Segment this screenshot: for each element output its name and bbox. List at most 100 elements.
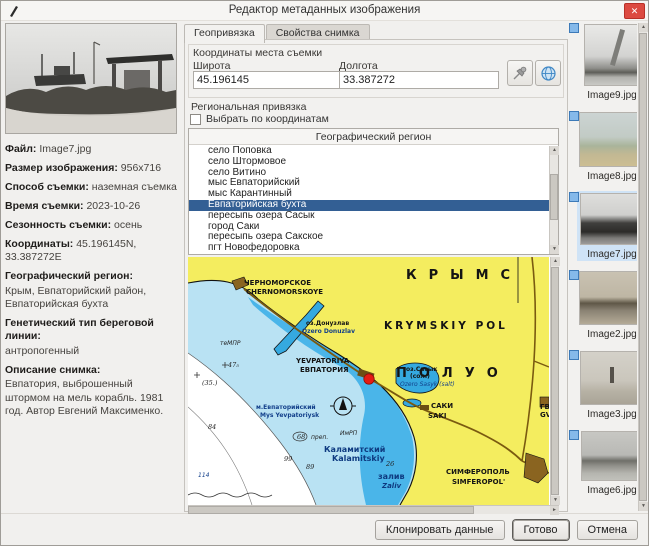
done-button[interactable]: Готово — [513, 520, 569, 540]
thumbnail-label: Image9.jpg — [579, 90, 637, 101]
map-label: (35.) — [202, 379, 218, 387]
map-horizontal-scroll-thumb[interactable] — [188, 506, 474, 514]
pick-location-button[interactable] — [507, 60, 533, 86]
thumbnail-panel: Image9.jpg Image8.jpg Image7.jpg Image2.jpg… — [567, 21, 648, 513]
map-image[interactable]: ЧЕРНОМОРСКОЕCHERNOMORSKOYEКРЫМСKRYMSKIY … — [188, 257, 549, 505]
scroll-down-icon[interactable]: ▼ — [551, 496, 560, 505]
thumbnail-item[interactable]: Image9.jpg — [577, 22, 637, 102]
map-label: ГВ — [540, 403, 549, 411]
select-by-coordinates-row[interactable]: Выбрать по координатам — [190, 113, 329, 125]
map-label: преп. — [311, 434, 328, 441]
thumbnail-scrollbar[interactable]: ▲ ▼ — [638, 23, 647, 511]
dialog-window: Редактор метаданных изображения ✕ — [0, 0, 649, 546]
thumbnail-image[interactable] — [580, 193, 637, 245]
map-label: GV — [540, 411, 549, 419]
scroll-up-icon[interactable]: ▲ — [639, 23, 648, 32]
map-label: 114 — [198, 472, 210, 479]
map-label: ЧЕРНОМОРСКОЕ — [244, 279, 311, 287]
metadata-field: Генетический тип береговой линии:антропо… — [5, 317, 180, 358]
map-label: 84 — [208, 423, 216, 431]
tab-georeferencing[interactable]: Геопривязка — [184, 24, 265, 43]
map-label: ЕВПАТОРИЯ — [300, 366, 349, 374]
thumbnail-item[interactable]: Image3.jpg — [577, 349, 637, 421]
map-label: оз.Донузлав — [306, 320, 349, 327]
map-label: 68 — [297, 433, 305, 441]
georeferencing-tab-page: Координаты места съемки Широта Долгота — [184, 39, 568, 512]
region-list: село Поповкасело Штормовоесело Витиномыс… — [189, 146, 549, 254]
map-label: СИМФЕРОПОЛЬ — [446, 468, 510, 476]
thumbnail-image[interactable] — [584, 24, 638, 86]
metadata-field: Описание снимка:Евпатория, выброшенный ш… — [5, 364, 180, 419]
metadata-field-label: Время съемки: — [5, 200, 84, 212]
metadata-field-label: Географический регион: — [5, 270, 180, 283]
metadata-field-value: наземная съемка — [89, 181, 177, 193]
longitude-input[interactable] — [339, 71, 499, 89]
region-list-scroll-thumb[interactable] — [550, 174, 558, 220]
map-label: САКИ — [431, 402, 453, 410]
left-panel: Файл: Image7.jpgРазмер изображения: 956x… — [5, 23, 182, 513]
metadata-field-value: осень — [111, 219, 142, 231]
thumbnail-label: Image8.jpg — [579, 171, 637, 182]
metadata-field-value: Евпатория, выброшенный штормом на мель к… — [5, 378, 163, 417]
thumbnail-label: Image7.jpg — [579, 249, 637, 260]
map-vertical-scrollbar[interactable]: ▲ ▼ — [550, 257, 559, 505]
geolocate-button[interactable] — [535, 60, 561, 86]
map-horizontal-scrollbar[interactable]: ► — [188, 505, 559, 514]
thumbnail-item[interactable]: Image8.jpg — [577, 110, 637, 183]
coordinates-group-title: Координаты места съемки — [193, 47, 322, 59]
thumbnail-item[interactable]: Image2.jpg — [577, 269, 637, 341]
map-label: 26 — [385, 460, 394, 468]
scroll-right-icon[interactable]: ► — [550, 506, 559, 515]
map-label: 47₅ — [227, 361, 239, 369]
scroll-up-icon[interactable]: ▲ — [550, 146, 559, 155]
map-label: Ozero Sasyk (salt) — [400, 381, 455, 388]
map-vertical-scroll-thumb[interactable] — [551, 267, 559, 495]
thumbnail-scroll-thumb[interactable] — [639, 33, 647, 501]
region-list-item[interactable]: пересыпь озера Сасык — [189, 211, 549, 222]
map-label: CHERNOMORSKOYE — [246, 288, 323, 296]
metadata-field-value: 2023-10-26 — [84, 200, 141, 212]
thumbnail-checkbox[interactable] — [569, 350, 579, 360]
thumbnail-checkbox[interactable] — [569, 23, 579, 33]
region-list-item[interactable]: село Штормовое — [189, 157, 549, 168]
thumbnail-checkbox[interactable] — [569, 270, 579, 280]
scroll-down-icon[interactable]: ▼ — [639, 502, 648, 511]
map-label: залив — [378, 472, 405, 481]
pin-icon — [512, 65, 528, 81]
thumbnail-item[interactable]: Image7.jpg — [577, 191, 637, 261]
map-marker[interactable] — [364, 374, 374, 384]
metadata-field-label: Размер изображения: — [5, 162, 118, 174]
select-by-coordinates-label: Выбрать по координатам — [206, 113, 329, 125]
map-label: YEVPATORIYA — [295, 357, 350, 365]
title-bar[interactable]: Редактор метаданных изображения ✕ — [1, 1, 648, 21]
scroll-up-icon[interactable]: ▲ — [551, 257, 560, 266]
thumbnail-image[interactable] — [580, 351, 637, 405]
thumbnail-image[interactable] — [579, 112, 637, 167]
tab-bar: ГеопривязкаСвойства снимка — [184, 23, 371, 40]
metadata-field: Координаты: 45.196145N, 33.387272E — [5, 238, 180, 265]
thumbnail-item[interactable]: Image6.jpg — [577, 429, 637, 497]
thumbnail-checkbox[interactable] — [569, 192, 579, 202]
metadata-field-label: Способ съемки: — [5, 181, 89, 193]
metadata-field-value: антропогенный — [5, 345, 79, 357]
map-label: ИмРП — [340, 430, 358, 437]
metadata-field-value: Крым, Евпаторийский район, Евпаторийская… — [5, 285, 146, 310]
clone-data-button[interactable]: Клонировать данные — [375, 520, 505, 540]
cancel-button[interactable]: Отмена — [577, 520, 638, 540]
select-by-coordinates-checkbox[interactable] — [190, 114, 201, 125]
metadata-field: Размер изображения: 956x716 — [5, 162, 180, 175]
close-button[interactable]: ✕ — [624, 3, 645, 19]
region-list-item[interactable]: пгт Новофедоровка — [189, 243, 549, 254]
region-list-scrollbar[interactable]: ▲ ▼ — [549, 146, 558, 254]
thumbnail-checkbox[interactable] — [569, 111, 579, 121]
map-label: Mys Yevpatoriysk — [260, 412, 320, 419]
map-label: м.Евпаторийский — [256, 404, 316, 411]
thumbnail-checkbox[interactable] — [569, 430, 579, 440]
map-container: ЧЕРНОМОРСКОЕCHERNOMORSKOYEКРЫМСKRYMSKIY … — [188, 257, 559, 514]
map-label: SAKI — [428, 412, 447, 420]
thumbnail-image[interactable] — [579, 271, 637, 325]
thumbnail-image[interactable] — [581, 431, 637, 481]
scroll-down-icon[interactable]: ▼ — [550, 245, 559, 254]
map-label: (сол.) — [410, 373, 430, 380]
map-label: SIMFEROPOL' — [452, 478, 505, 486]
